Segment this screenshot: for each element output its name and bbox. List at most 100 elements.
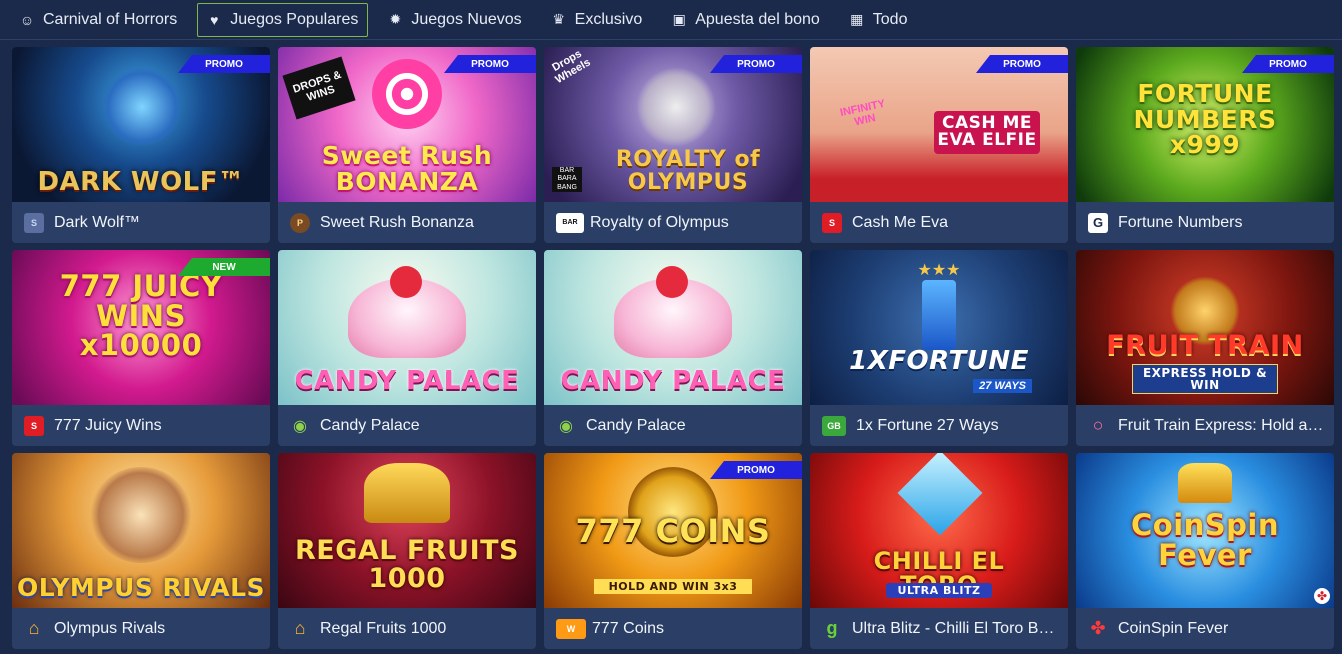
tab-label: Exclusivo bbox=[574, 10, 643, 28]
game-card-royalty-of-olympus[interactable]: Drops Wheels ROYALTY of OLYMPUS BAR BARA… bbox=[544, 47, 802, 243]
game-art-title: FRUIT TRAIN bbox=[1106, 330, 1304, 361]
game-thumbnail[interactable]: REGAL FRUITS 1000 bbox=[278, 453, 536, 608]
diamond-icon bbox=[897, 453, 983, 536]
temple-provider-icon: ⌂ bbox=[294, 618, 306, 638]
grid-icon: ▦ bbox=[850, 11, 864, 27]
game-label: ◉ Candy Palace bbox=[544, 405, 802, 446]
eye-provider-icon: ◉ bbox=[293, 417, 307, 435]
promo-badge: PROMO bbox=[1242, 55, 1334, 73]
s-provider-icon: S bbox=[24, 415, 44, 436]
game-name: Candy Palace bbox=[320, 416, 420, 434]
promo-badge: PROMO bbox=[976, 55, 1068, 73]
game-thumbnail[interactable]: DROPS & WINS Sweet Rush BONANZA PROMO bbox=[278, 47, 536, 202]
game-label: BAR Royalty of Olympus bbox=[544, 202, 802, 243]
game-art-title: REGAL FRUITS 1000 bbox=[295, 535, 519, 594]
game-card-chilli-el-toro[interactable]: CHILLI EL TORO ULTRA BLITZ g Ultra Blitz… bbox=[810, 453, 1068, 649]
game-art-subtitle: HOLD AND WIN 3x3 bbox=[594, 578, 752, 594]
game-card-fortune-numbers[interactable]: FORTUNE NUMBERS x999 PROMO G Fortune Num… bbox=[1076, 47, 1334, 243]
game-art-title: CoinSpin Fever bbox=[1130, 508, 1280, 572]
game-thumbnail[interactable]: FRUIT TRAIN EXPRESS HOLD & WIN bbox=[1076, 250, 1334, 405]
game-thumbnail[interactable]: FORTUNE NUMBERS x999 PROMO bbox=[1076, 47, 1334, 202]
game-card-candy-palace[interactable]: CANDY PALACE ◉ Candy Palace bbox=[278, 250, 536, 446]
tab-exclusivo[interactable]: ♛ Exclusivo bbox=[542, 3, 653, 37]
game-name: Candy Palace bbox=[586, 416, 686, 434]
promo-badge: PROMO bbox=[710, 461, 802, 479]
g-provider-icon: G bbox=[1088, 212, 1108, 233]
crown-icon: ♛ bbox=[552, 11, 565, 27]
game-card-sweet-rush-bonanza[interactable]: DROPS & WINS Sweet Rush BONANZA PROMO P … bbox=[278, 47, 536, 243]
game-thumbnail[interactable]: DARK WOLF™ PROMO bbox=[12, 47, 270, 202]
game-art-title: CASH ME EVA ELFIE bbox=[934, 111, 1040, 154]
game-label: ○ Fruit Train Express: Hold and Win bbox=[1076, 405, 1334, 446]
game-card-777-juicy-wins[interactable]: 777 JUICY WINS x10000 NEW S 777 Juicy Wi… bbox=[12, 250, 270, 446]
barbarabang-logo: BAR BARA BANG bbox=[552, 166, 582, 192]
drops-wheels-sticker: Drops Wheels bbox=[550, 47, 593, 87]
new-badge: NEW bbox=[178, 258, 270, 276]
game-thumbnail[interactable]: CHILLI EL TORO ULTRA BLITZ bbox=[810, 453, 1068, 608]
game-label: S Cash Me Eva bbox=[810, 202, 1068, 243]
game-thumbnail[interactable]: 777 JUICY WINS x10000 NEW bbox=[12, 250, 270, 405]
game-label: S Dark Wolf™ bbox=[12, 202, 270, 243]
game-thumbnail[interactable]: CANDY PALACE bbox=[278, 250, 536, 405]
tab-juegos-nuevos[interactable]: ✹ Juegos Nuevos bbox=[378, 3, 531, 37]
wow-provider-icon: W bbox=[556, 618, 586, 639]
game-name: Olympus Rivals bbox=[54, 619, 166, 637]
game-thumbnail[interactable]: OLYMPUS RIVALS bbox=[12, 453, 270, 608]
game-thumbnail[interactable]: Drops Wheels ROYALTY of OLYMPUS BAR BARA… bbox=[544, 47, 802, 202]
tab-carnival-of-horrors[interactable]: ☺ Carnival of Horrors bbox=[10, 3, 187, 37]
game-name: Fruit Train Express: Hold and Win bbox=[1118, 416, 1326, 434]
game-art-subtitle: 27 WAYS bbox=[973, 379, 1032, 393]
game-thumbnail[interactable]: INFINITY WIN CASH ME EVA ELFIE PROMO bbox=[810, 47, 1068, 202]
game-art-title: FORTUNE NUMBERS x999 bbox=[1133, 79, 1277, 159]
game-card-candy-palace[interactable]: CANDY PALACE ◉ Candy Palace bbox=[544, 250, 802, 446]
game-label: ✤ CoinSpin Fever bbox=[1076, 608, 1334, 649]
game-label: S 777 Juicy Wins bbox=[12, 405, 270, 446]
tab-todo[interactable]: ▦ Todo bbox=[840, 3, 918, 37]
game-card-fruit-train-express[interactable]: FRUIT TRAIN EXPRESS HOLD & WIN ○ Fruit T… bbox=[1076, 250, 1334, 446]
game-card-regal-fruits-1000[interactable]: REGAL FRUITS 1000 ⌂ Regal Fruits 1000 bbox=[278, 453, 536, 649]
game-name: CoinSpin Fever bbox=[1118, 619, 1229, 637]
barbarabang-icon: BAR bbox=[556, 212, 584, 233]
ring-provider-icon: ○ bbox=[1092, 415, 1104, 435]
tab-juegos-populares[interactable]: ♥ Juegos Populares bbox=[197, 2, 369, 37]
game-card-olympus-rivals[interactable]: OLYMPUS RIVALS ⌂ Olympus Rivals bbox=[12, 453, 270, 649]
game-name: Sweet Rush Bonanza bbox=[320, 213, 474, 231]
pragmatic-play-icon: P bbox=[290, 212, 310, 233]
promo-badge: PROMO bbox=[178, 55, 270, 73]
game-art-subtitle: EXPRESS HOLD & WIN bbox=[1132, 364, 1278, 395]
infinity-win-sticker: INFINITY WIN bbox=[838, 97, 887, 129]
game-card-cash-me-eva[interactable]: INFINITY WIN CASH ME EVA ELFIE PROMO S C… bbox=[810, 47, 1068, 243]
game-name: 777 Juicy Wins bbox=[54, 416, 162, 434]
game-art-subtitle: ULTRA BLITZ bbox=[886, 582, 992, 598]
tab-label: Apuesta del bono bbox=[695, 10, 820, 28]
game-thumbnail[interactable]: 777 COINS HOLD AND WIN 3x3 PROMO bbox=[544, 453, 802, 608]
game-thumbnail[interactable]: CANDY PALACE bbox=[544, 250, 802, 405]
game-thumbnail[interactable]: CoinSpin Fever ✤ bbox=[1076, 453, 1334, 608]
game-card-1x-fortune-27-ways[interactable]: ★★★ 1XFORTUNE 27 WAYS GB 1x Fortune 27 W… bbox=[810, 250, 1068, 446]
tab-label: Juegos Nuevos bbox=[411, 10, 522, 28]
game-label: g Ultra Blitz - Chilli El Toro Bu... bbox=[810, 608, 1068, 649]
game-art-title: CANDY PALACE bbox=[294, 366, 520, 397]
mask-icon: ☺ bbox=[19, 11, 35, 28]
game-art-title: OLYMPUS RIVALS bbox=[16, 572, 266, 602]
game-name: 777 Coins bbox=[592, 619, 665, 637]
game-card-777-coins[interactable]: 777 COINS HOLD AND WIN 3x3 PROMO W 777 C… bbox=[544, 453, 802, 649]
game-name: Regal Fruits 1000 bbox=[320, 619, 447, 637]
dots-provider-icon: ✤ bbox=[1090, 618, 1106, 638]
game-name: Ultra Blitz - Chilli El Toro Bu... bbox=[852, 619, 1060, 637]
game-label: G Fortune Numbers bbox=[1076, 202, 1334, 243]
game-art-title: 777 COINS bbox=[575, 512, 771, 550]
game-art-title: 1XFORTUNE bbox=[849, 346, 1029, 376]
game-thumbnail[interactable]: ★★★ 1XFORTUNE 27 WAYS bbox=[810, 250, 1068, 405]
tab-label: Juegos Populares bbox=[230, 10, 359, 28]
game-name: Dark Wolf™ bbox=[54, 213, 140, 231]
game-label: W 777 Coins bbox=[544, 608, 802, 649]
game-card-coinspin-fever[interactable]: CoinSpin Fever ✤ ✤ CoinSpin Fever bbox=[1076, 453, 1334, 649]
tab-apuesta-del-bono[interactable]: ▣ Apuesta del bono bbox=[662, 3, 830, 37]
game-label: ⌂ Olympus Rivals bbox=[12, 608, 270, 649]
game-card-dark-wolf[interactable]: DARK WOLF™ PROMO S Dark Wolf™ bbox=[12, 47, 270, 243]
gb-provider-icon: GB bbox=[822, 415, 846, 436]
promo-badge: PROMO bbox=[444, 55, 536, 73]
tab-label: Carnival of Horrors bbox=[43, 10, 178, 28]
spinomenal-icon: S bbox=[24, 212, 44, 233]
